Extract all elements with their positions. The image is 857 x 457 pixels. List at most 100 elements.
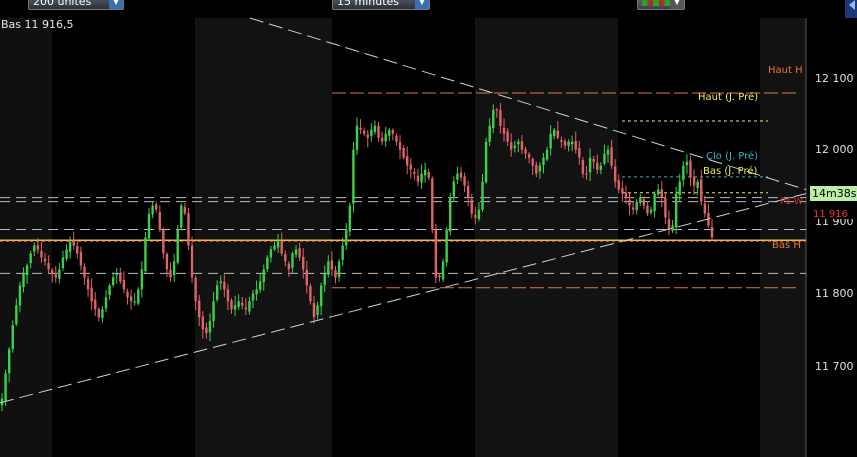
- candle-body: [237, 301, 240, 308]
- candle-body: [11, 325, 14, 349]
- candle-body: [657, 189, 660, 195]
- candle-body: [94, 299, 97, 310]
- bas-prev-label: Bas (J. Pré): [703, 165, 757, 177]
- candle-body: [466, 185, 470, 198]
- session-band: [475, 18, 618, 457]
- candle-body: [43, 258, 47, 262]
- candle-body: [345, 229, 348, 246]
- candle-body: [129, 296, 133, 302]
- candle-body: [262, 269, 265, 283]
- candle-body: [65, 249, 68, 259]
- candle-body: [137, 289, 140, 304]
- candle-body: [402, 147, 405, 158]
- candle-body: [15, 305, 18, 324]
- candle-body: [115, 273, 118, 276]
- candle-body: [624, 192, 628, 198]
- candle-body: [671, 225, 674, 231]
- candle-body: [692, 176, 696, 186]
- trendlines: [0, 17, 807, 404]
- candle-body: [22, 273, 25, 288]
- candle-body: [223, 281, 226, 290]
- candle-body: [488, 125, 491, 142]
- candle-body: [560, 140, 563, 142]
- candle-body: [527, 154, 531, 158]
- candle-body: [36, 245, 40, 250]
- candle-body: [323, 273, 326, 285]
- candle-body: [391, 129, 395, 134]
- chevron-down-icon: ▼: [109, 0, 123, 9]
- candle-body: [449, 197, 452, 232]
- candle-body: [377, 125, 380, 138]
- candle-body: [556, 130, 560, 138]
- candle-body: [305, 269, 308, 286]
- candle-body: [578, 147, 581, 158]
- candle-body: [535, 165, 538, 174]
- candle-body: [97, 309, 101, 318]
- session-band: [195, 18, 332, 457]
- candle-body: [545, 149, 549, 160]
- candle-body: [685, 161, 689, 166]
- candle-body: [280, 241, 283, 254]
- interval-dropdown[interactable]: 15 minutes ▼: [332, 0, 430, 10]
- candle-body: [621, 188, 624, 194]
- candle-body: [646, 205, 649, 214]
- candle-body: [431, 178, 434, 230]
- price-chart[interactable]: Bas 11 916,5 Haut H Haut (J. Pré) Clo (J…: [0, 0, 857, 457]
- candle-body: [241, 302, 244, 306]
- candle-body: [470, 199, 473, 214]
- candle-body: [441, 261, 445, 280]
- candle-body: [47, 263, 50, 270]
- session-bands: [0, 18, 806, 457]
- candle-body: [599, 165, 603, 171]
- units-dropdown[interactable]: 200 unités ▼: [28, 0, 124, 10]
- candle-body: [215, 285, 219, 300]
- bas-h-label: Bas H: [772, 240, 801, 251]
- candle-body: [373, 125, 377, 132]
- candle-body: [147, 213, 151, 239]
- candle-body: [158, 211, 161, 230]
- candle-body: [25, 265, 29, 275]
- toolbar: 200 unités ▼ 15 minutes ▼ ▼: [0, 0, 857, 12]
- candle-body: [642, 199, 646, 206]
- candle-body: [133, 301, 136, 303]
- candle-body: [463, 176, 466, 186]
- candle-body: [682, 165, 685, 180]
- candle-body: [86, 279, 90, 290]
- units-dropdown-value: 200 unités: [33, 0, 92, 8]
- candle-body: [606, 149, 610, 155]
- candle-body: [140, 269, 144, 290]
- candle-body: [33, 245, 36, 252]
- candle-body: [309, 285, 312, 302]
- candle-body: [273, 245, 276, 250]
- candle-body: [492, 109, 495, 129]
- candle-body: [362, 130, 366, 134]
- candle-body: [61, 257, 65, 269]
- candle-body: [337, 261, 341, 278]
- candle-body: [538, 165, 542, 172]
- candle-body: [355, 125, 359, 150]
- candle-body: [549, 133, 552, 149]
- trendline: [0, 193, 807, 404]
- pivot-label: P1 W: [780, 197, 803, 207]
- candle-body: [165, 253, 169, 270]
- candle-body: [255, 289, 258, 295]
- candle-body: [628, 199, 631, 206]
- chart-type-dropdown[interactable]: ▼: [637, 0, 685, 10]
- candle-body: [613, 166, 617, 182]
- candle-body: [649, 209, 653, 213]
- chevron-down-icon: ▼: [670, 0, 684, 9]
- candle-body: [244, 307, 248, 310]
- level-lines: [0, 92, 806, 289]
- candle-body: [51, 270, 54, 274]
- timer-text: 14m38s: [812, 187, 857, 200]
- candle-body: [233, 305, 237, 310]
- candle-body: [445, 229, 448, 263]
- candle-body: [40, 251, 43, 258]
- candle-body: [312, 303, 316, 318]
- candle-body: [72, 240, 75, 246]
- candle-body: [316, 305, 319, 316]
- candle-body: [664, 198, 667, 218]
- candle-body: [187, 213, 190, 246]
- candle-body: [423, 169, 427, 176]
- candle-body: [474, 214, 477, 218]
